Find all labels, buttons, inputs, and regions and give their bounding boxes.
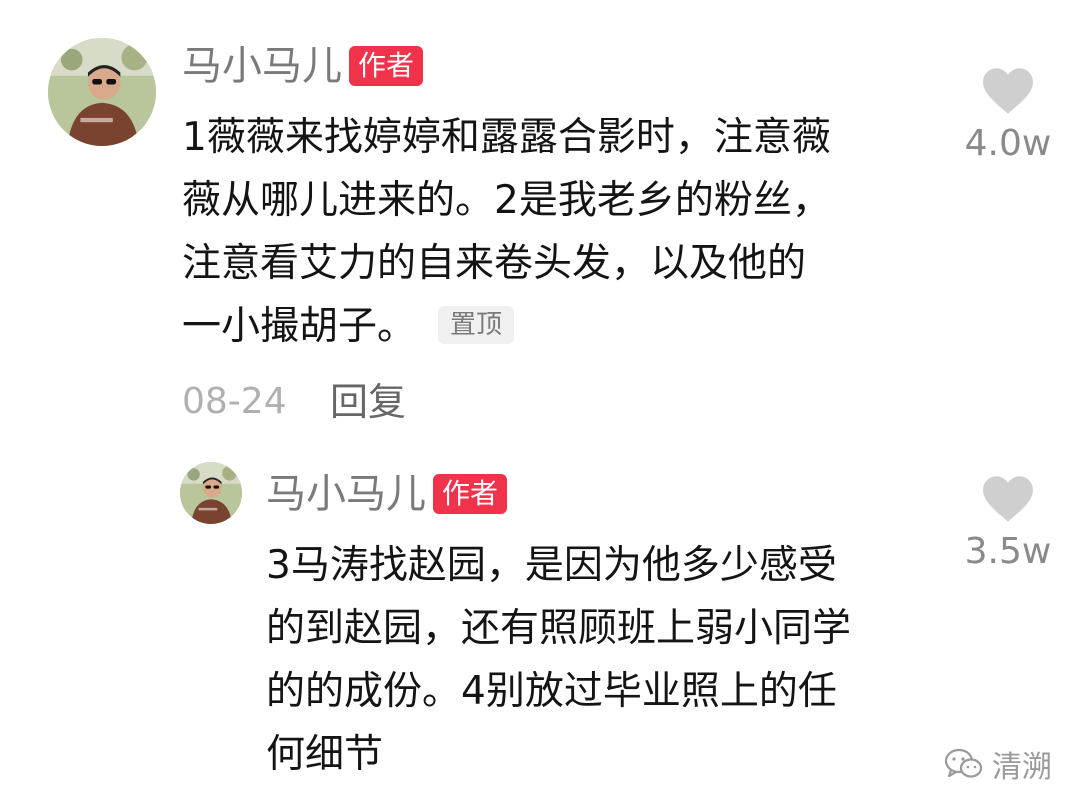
comment-username[interactable]: 马小马儿 bbox=[182, 42, 342, 90]
watermark: 清溯 bbox=[944, 742, 1052, 786]
comment-line: 1薇薇来找婷婷和露露合影时，注意薇 bbox=[182, 115, 831, 160]
comment-body[interactable]: 1薇薇来找婷婷和露露合影时，注意薇 薇从哪儿进来的。2是我老乡的粉丝， 注意看艾… bbox=[182, 106, 952, 358]
reply-like-button[interactable]: 3.5w bbox=[948, 474, 1068, 574]
comment-line: 注意看艾力的自来卷头发，以及他的 bbox=[182, 241, 807, 286]
reply-line: 的到赵园，还有照顾班上弱小同学 bbox=[266, 606, 852, 651]
pinned-label: 置顶 bbox=[438, 305, 515, 344]
reply-line: 3马涛找赵园，是因为他多少感受 bbox=[266, 543, 837, 588]
watermark-text: 清溯 bbox=[992, 750, 1052, 785]
comment-line: 一小撮胡子。 置顶 bbox=[182, 295, 952, 358]
avatar[interactable] bbox=[48, 38, 156, 146]
wechat-icon bbox=[944, 748, 983, 778]
reply-username[interactable]: 马小马儿 bbox=[266, 470, 426, 518]
reply-button[interactable]: 回复 bbox=[330, 380, 406, 424]
reply-line: 的的成份。4别放过毕业照上的任 bbox=[266, 669, 837, 714]
heart-icon bbox=[983, 68, 1033, 114]
comment-date: 08-24 bbox=[182, 381, 287, 422]
comment-line-text: 一小撮胡子。 bbox=[182, 304, 417, 349]
avatar-image bbox=[48, 38, 156, 146]
avatar-image bbox=[180, 462, 242, 524]
reply-like-count: 3.5w bbox=[964, 531, 1052, 572]
like-button[interactable]: 4.0w bbox=[948, 66, 1068, 166]
like-count: 4.0w bbox=[964, 123, 1052, 164]
comment-line: 薇从哪儿进来的。2是我老乡的粉丝， bbox=[182, 178, 831, 223]
reply-line: 何细节 bbox=[266, 732, 384, 777]
reply-body[interactable]: 3马涛找赵园，是因为他多少感受 的到赵园，还有照顾班上弱小同学 的的成份。4别放… bbox=[266, 534, 956, 786]
reply-avatar[interactable] bbox=[180, 462, 242, 524]
author-badge: 作者 bbox=[349, 46, 424, 86]
heart-icon bbox=[983, 476, 1033, 522]
author-badge: 作者 bbox=[433, 474, 508, 514]
